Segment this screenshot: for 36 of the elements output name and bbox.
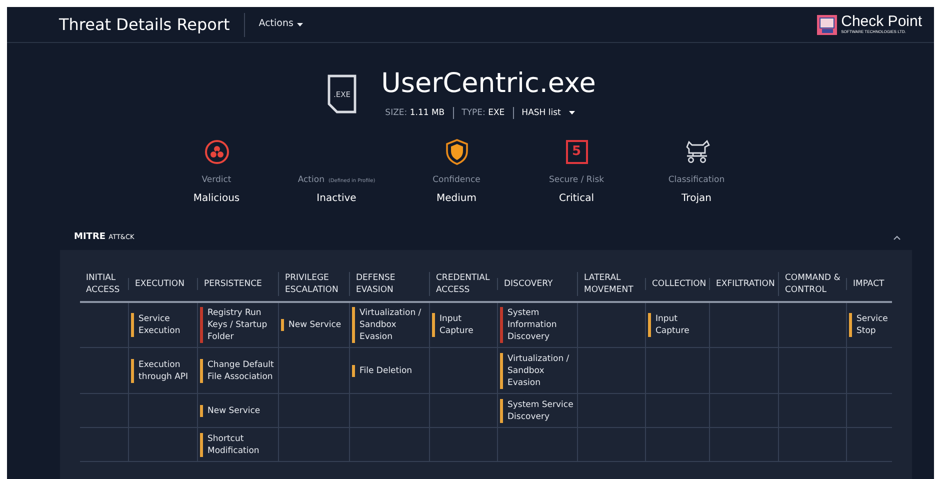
caret-icon [297, 22, 304, 26]
column-header: PERSISTENCE [197, 278, 273, 290]
logo-icon [817, 14, 838, 34]
file-type: TYPE: EXE [462, 107, 505, 120]
logo-name: Check Point [841, 15, 922, 29]
column-header: PRIVILEGE ESCALATION [278, 272, 344, 296]
summary-label: Verdict [202, 174, 232, 186]
column-header: INITIAL ACCESS [86, 273, 120, 295]
technique-tag: Service Stop [848, 312, 890, 337]
risk-score-badge: 5 [566, 140, 588, 164]
summary-value: Trojan [682, 192, 712, 206]
column-header: EXFILTRATION [709, 278, 773, 290]
column-header: EXECUTION [128, 278, 192, 290]
column-header: LATERAL MOVEMENT [577, 272, 640, 296]
column-header: IMPACT [846, 278, 887, 290]
summary-value: Critical [559, 192, 594, 206]
chevron-icon [893, 235, 901, 240]
summary-value: Malicious [193, 192, 240, 206]
summary-value: Inactive [316, 192, 356, 206]
file-name: UserCentric.exe [381, 69, 596, 99]
summary-value: Medium [436, 192, 476, 206]
summary-label: Secure / Risk [548, 174, 604, 186]
actions-dropdown[interactable]: Actions [244, 17, 304, 32]
shield-icon [444, 138, 468, 165]
collapse-button[interactable] [893, 235, 901, 240]
column-header: CREDENTIAL ACCESS [429, 272, 492, 296]
column-header: DEFENSE EVASION [349, 272, 424, 296]
page-title: Threat Details Report [59, 12, 245, 36]
summary-label: Classification [668, 174, 725, 186]
file-size: SIZE: 1.11 MB [385, 107, 445, 120]
caret-icon [568, 111, 575, 116]
column-header: DISCOVERY [497, 278, 572, 290]
hash-dropdown[interactable]: HASH list [522, 107, 575, 120]
column-header: COMMAND & CONTROL [778, 272, 841, 296]
summary-label: Confidence [432, 174, 480, 186]
column-header: COLLECTION [645, 278, 704, 290]
